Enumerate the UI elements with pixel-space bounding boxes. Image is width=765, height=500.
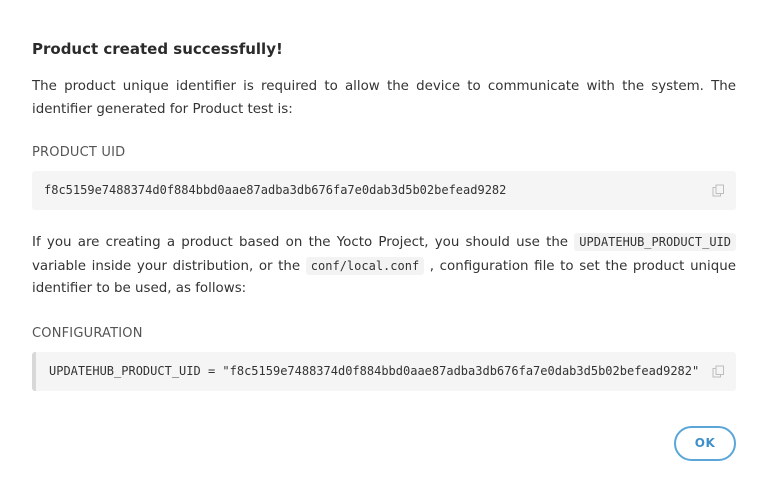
copy-icon[interactable]: [712, 184, 725, 197]
product-uid-label: PRODUCT UID: [32, 145, 126, 160]
product-uid-box[interactable]: f8c5159e7488374d0f884bbd0aae87adba3db676…: [32, 171, 736, 210]
product-created-dialog: Product created successfully! The produc…: [32, 0, 736, 500]
configuration-box[interactable]: UPDATEHUB_PRODUCT_UID = "f8c5159e7488374…: [32, 352, 736, 391]
inline-code-config-file: conf/local.conf: [305, 256, 425, 275]
configuration-label: CONFIGURATION: [32, 326, 143, 341]
configuration-value[interactable]: UPDATEHUB_PRODUCT_UID = "f8c5159e7488374…: [49, 364, 699, 378]
intro-text: The product unique identifier is require…: [32, 79, 736, 117]
instructions-part2: variable inside your distribution, or th…: [32, 258, 306, 274]
instructions-part1: If you are creating a product based on t…: [32, 235, 575, 250]
product-uid-value[interactable]: f8c5159e7488374d0f884bbd0aae87adba3db676…: [44, 183, 506, 197]
dialog-title: Product created successfully!: [32, 40, 283, 58]
ok-button[interactable]: OK: [674, 426, 736, 461]
instructions-text: If you are creating a product based on t…: [32, 231, 736, 301]
inline-code-variable: UPDATEHUB_PRODUCT_UID: [574, 233, 736, 251]
copy-icon[interactable]: [712, 365, 725, 378]
